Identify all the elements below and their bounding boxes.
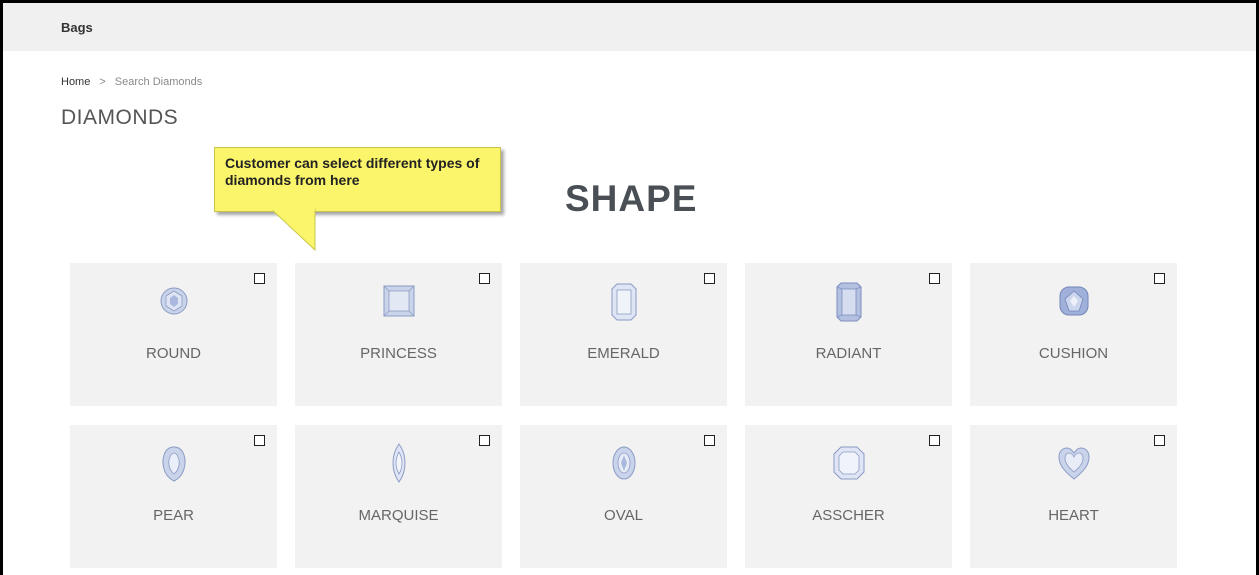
shape-tile-princess[interactable]: PRINCESS bbox=[295, 263, 502, 406]
shape-tile-asscher[interactable]: ASSCHER bbox=[745, 425, 952, 568]
shape-label: PRINCESS bbox=[360, 345, 437, 362]
category-link-bags[interactable]: Bags bbox=[61, 20, 93, 35]
princess-diamond-icon bbox=[383, 285, 414, 317]
shape-checkbox[interactable] bbox=[929, 435, 940, 446]
shape-label: ROUND bbox=[146, 345, 201, 362]
shape-checkbox[interactable] bbox=[254, 273, 265, 284]
shape-label: EMERALD bbox=[587, 345, 660, 362]
shape-checkbox[interactable] bbox=[704, 273, 715, 284]
top-category-bar: Bags bbox=[3, 3, 1256, 51]
shape-checkbox[interactable] bbox=[479, 273, 490, 284]
shape-tile-emerald[interactable]: EMERALD bbox=[520, 263, 727, 406]
shape-tile-radiant[interactable]: RADIANT bbox=[745, 263, 952, 406]
shape-tile-oval[interactable]: OVAL bbox=[520, 425, 727, 568]
heart-diamond-icon bbox=[1057, 447, 1090, 480]
oval-diamond-icon bbox=[612, 446, 635, 480]
shape-label: HEART bbox=[1048, 507, 1099, 524]
callout-pointer bbox=[270, 208, 316, 252]
annotation-callout: Customer can select different types of d… bbox=[214, 147, 501, 212]
shape-checkbox[interactable] bbox=[1154, 435, 1165, 446]
shape-section-title: SHAPE bbox=[565, 178, 698, 219]
radiant-diamond-icon bbox=[836, 282, 861, 322]
shape-tile-marquise[interactable]: MARQUISE bbox=[295, 425, 502, 568]
shape-checkbox[interactable] bbox=[929, 273, 940, 284]
page-title: DIAMONDS bbox=[61, 106, 179, 129]
shape-checkbox[interactable] bbox=[1154, 273, 1165, 284]
shape-tile-pear[interactable]: PEAR bbox=[70, 425, 277, 568]
emerald-diamond-icon bbox=[611, 283, 636, 321]
shape-tile-round[interactable]: ROUND bbox=[70, 263, 277, 406]
shape-label: OVAL bbox=[604, 507, 643, 524]
breadcrumb-separator: > bbox=[99, 76, 106, 88]
breadcrumb-home-link[interactable]: Home bbox=[61, 76, 90, 88]
marquise-diamond-icon bbox=[392, 443, 405, 483]
shape-label: PEAR bbox=[153, 507, 194, 524]
shape-checkbox[interactable] bbox=[479, 435, 490, 446]
shape-label: CUSHION bbox=[1038, 345, 1109, 362]
breadcrumb-current: Search Diamonds bbox=[114, 76, 203, 88]
shape-checkbox[interactable] bbox=[254, 435, 265, 446]
pear-diamond-icon bbox=[162, 446, 185, 482]
shape-tile-heart[interactable]: HEART bbox=[970, 425, 1177, 568]
breadcrumb: Home > Search Diamonds bbox=[61, 76, 202, 88]
shape-checkbox[interactable] bbox=[704, 435, 715, 446]
shape-tile-cushion[interactable]: CUSHION bbox=[970, 263, 1177, 406]
shape-label: RADIANT bbox=[815, 345, 882, 362]
asscher-diamond-icon bbox=[833, 446, 864, 480]
round-diamond-icon bbox=[160, 287, 187, 315]
shape-label: ASSCHER bbox=[812, 507, 885, 524]
cushion-diamond-icon bbox=[1059, 286, 1088, 316]
shape-label: MARQUISE bbox=[358, 507, 439, 524]
